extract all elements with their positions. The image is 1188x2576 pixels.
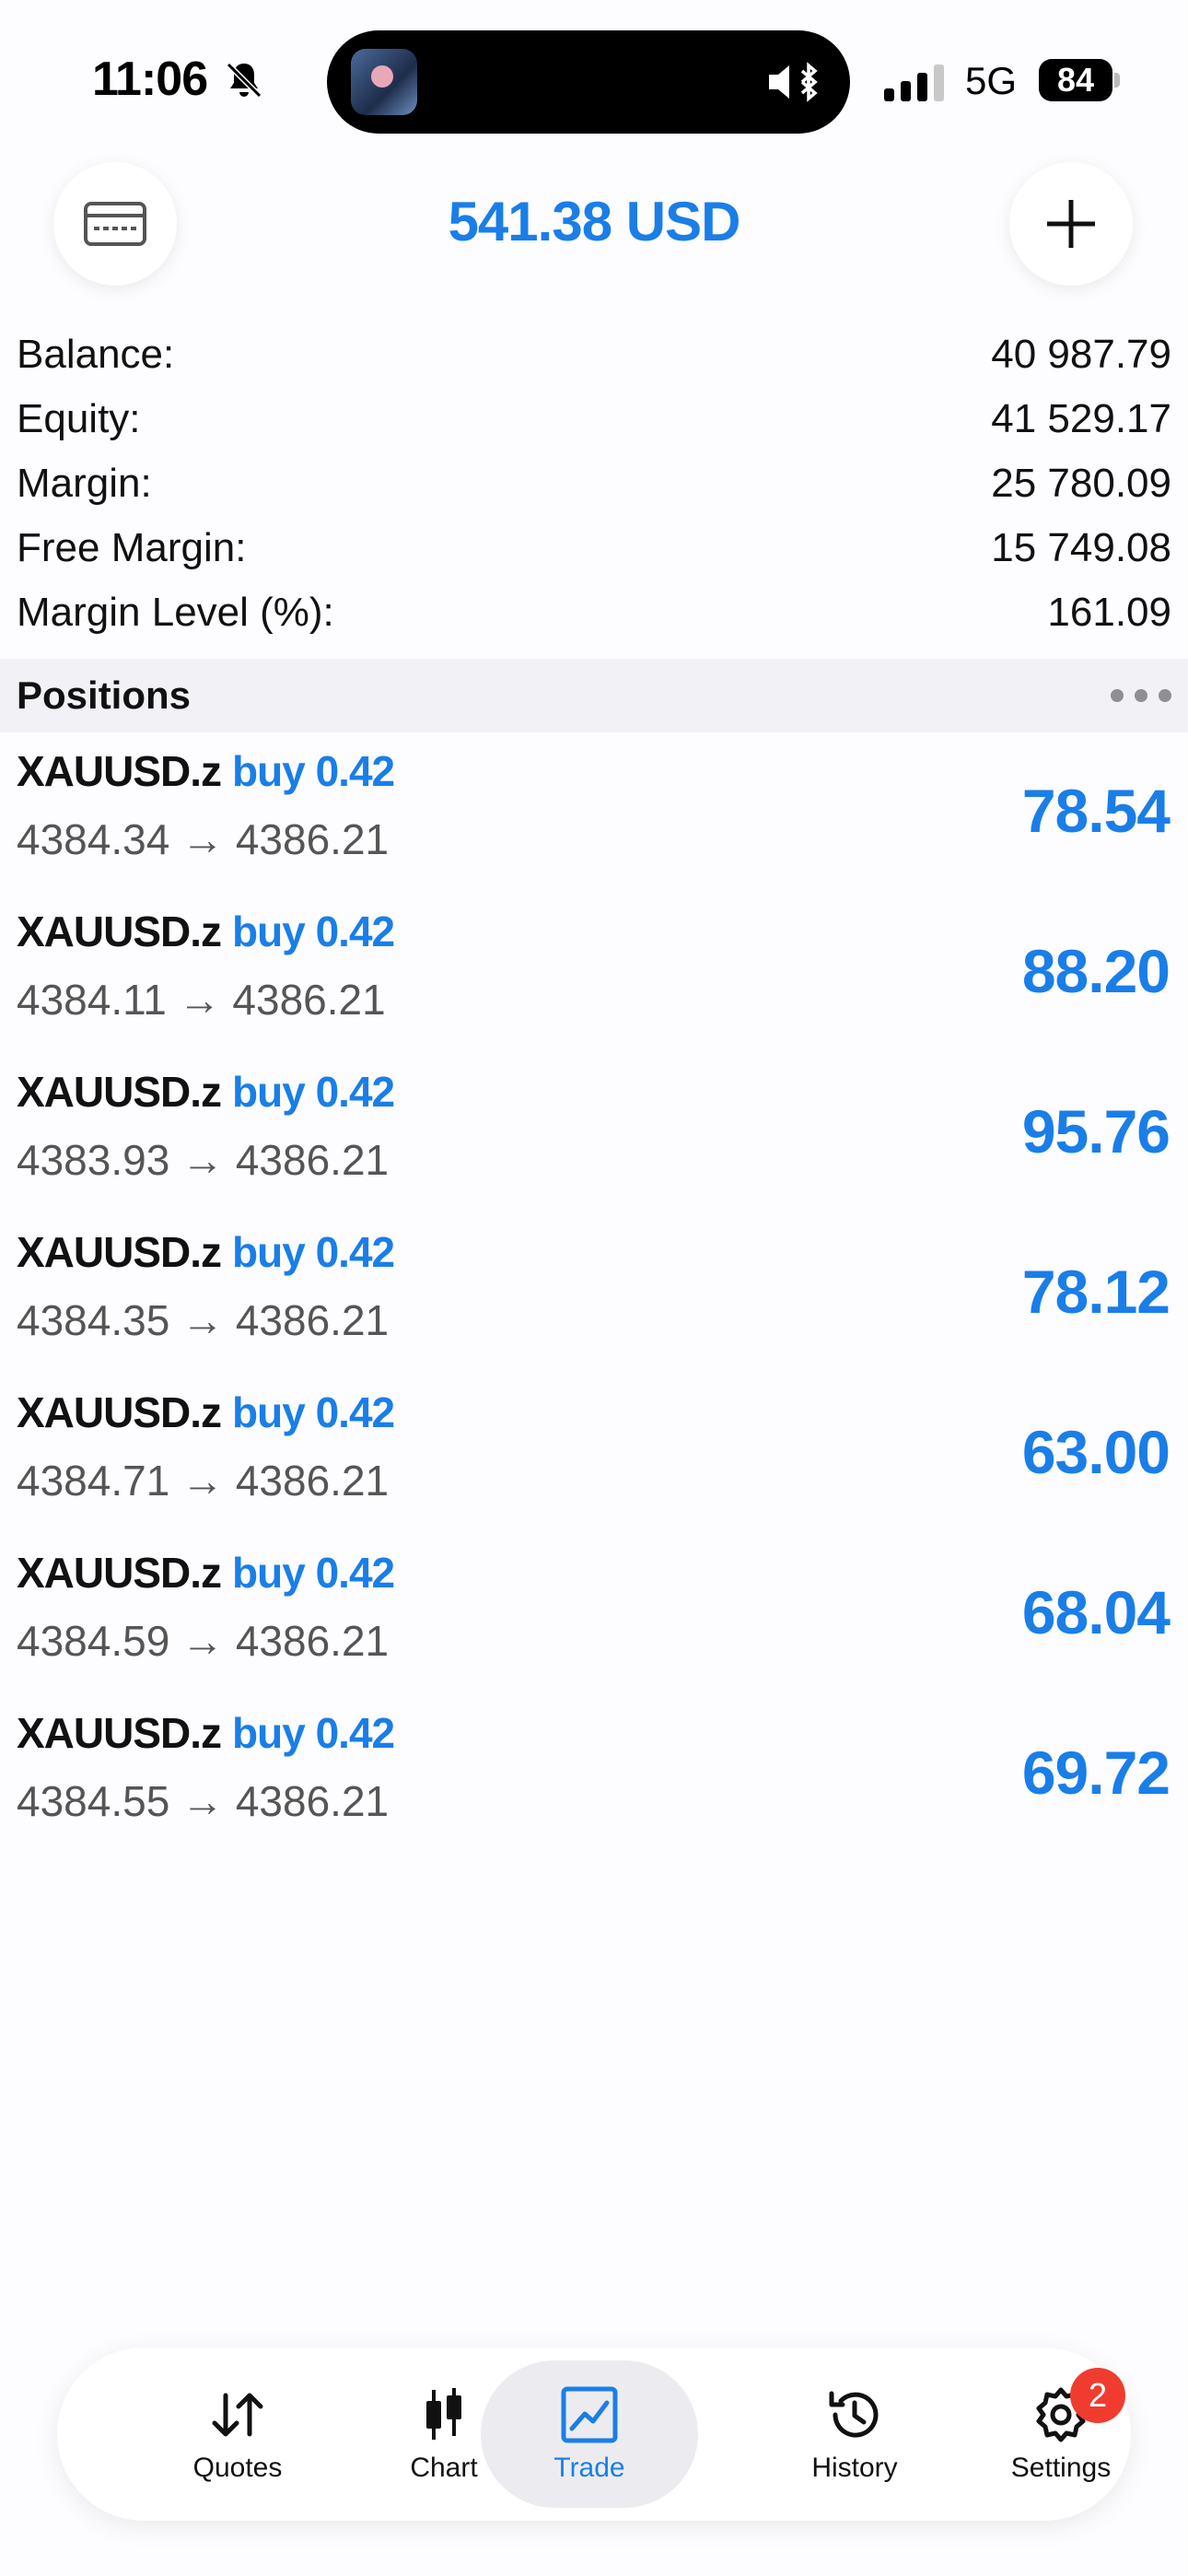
position-symbol: XAUUSD.z [17,1709,222,1757]
tab-label: Quotes [192,2453,283,2483]
notification-badge: 2 [1070,2368,1125,2423]
position-profit: 69.72 [1021,1739,1171,1807]
position-profit: 95.76 [1021,1097,1171,1165]
position-row[interactable]: XAUUSD.z buy 0.42 4384.71 → 4386.21 63.00 [0,1378,1188,1539]
chart-icon [426,2388,461,2440]
tab-label: Trade [553,2453,625,2483]
summary-value: 161.09 [1047,590,1171,635]
summary-row-margin-level: Margin Level (%): 161.09 [0,580,1188,645]
summary-row-equity: Equity: 41 529.17 [0,387,1188,451]
position-prices: 4384.59 → 4386.21 [17,1617,390,1665]
position-side: buy 0.42 [232,1228,395,1276]
plus-icon [1047,200,1095,248]
tab-quotes[interactable]: Quotes [129,2360,346,2508]
position-side: buy 0.42 [232,1068,395,1116]
summary-label: Balance: [17,332,175,377]
position-side: buy 0.42 [232,907,395,955]
tab-history[interactable]: History [746,2360,963,2508]
tab-label: Chart [410,2453,478,2483]
position-symbol: XAUUSD.z [17,1549,222,1597]
summary-row-free-margin: Free Margin: 15 749.08 [0,516,1188,580]
position-row[interactable]: XAUUSD.z buy 0.42 4384.34 → 4386.21 78.54 [0,737,1188,897]
new-order-button[interactable] [1009,162,1133,286]
summary-label: Equity: [17,396,141,441]
position-profit: 63.00 [1021,1418,1171,1486]
dynamic-island[interactable] [327,30,850,134]
summary-row-balance: Balance: 40 987.79 [0,322,1188,387]
position-symbol: XAUUSD.z [17,1228,222,1276]
position-row[interactable]: XAUUSD.z buy 0.42 4384.35 → 4386.21 78.12 [0,1218,1188,1378]
position-prices: 4384.35 → 4386.21 [17,1296,390,1344]
summary-label: Free Margin: [17,525,247,570]
position-profit: 68.04 [1021,1578,1171,1646]
position-side: buy 0.42 [232,1709,395,1757]
trade-icon [561,2386,618,2443]
cellular-signal-icon [884,64,944,101]
position-prices: 4383.93 → 4386.21 [17,1136,390,1184]
tab-trade[interactable]: Trade [481,2360,698,2508]
position-row[interactable]: XAUUSD.z buy 0.42 4384.55 → 4386.21 69.72 [0,1699,1188,1859]
position-symbol: XAUUSD.z [17,747,222,795]
tab-bar: Quotes Chart Trade History Settings 2 [57,2348,1131,2521]
network-type: 5G [965,59,1018,102]
position-row[interactable]: XAUUSD.z buy 0.42 4384.59 → 4386.21 68.04 [0,1539,1188,1699]
position-prices: 4384.34 → 4386.21 [17,815,390,863]
position-profit: 78.54 [1021,777,1171,845]
summary-label: Margin Level (%): [17,590,334,635]
summary-row-margin: Margin: 25 780.09 [0,451,1188,516]
position-profit: 78.12 [1021,1258,1171,1326]
position-side: buy 0.42 [232,747,395,795]
position-row[interactable]: XAUUSD.z buy 0.42 4383.93 → 4386.21 95.76 [0,1058,1188,1218]
positions-section-header: Positions [0,659,1188,732]
summary-value: 41 529.17 [991,396,1171,441]
now-playing-app-icon [351,49,417,115]
account-summary: Balance: 40 987.79 Equity: 41 529.17 Mar… [0,322,1188,645]
history-icon [829,2391,879,2438]
summary-value: 15 749.08 [991,525,1171,570]
position-prices: 4384.11 → 4386.21 [17,976,386,1024]
position-symbol: XAUUSD.z [17,1068,222,1116]
position-prices: 4384.55 → 4386.21 [17,1777,390,1825]
battery-level: 84 [1056,61,1095,99]
summary-value: 40 987.79 [991,332,1171,377]
summary-value: 25 780.09 [991,461,1171,506]
quotes-icon [212,2393,263,2437]
summary-label: Margin: [17,461,152,506]
tab-label: Settings [1010,2453,1112,2483]
speaker-bluetooth-icon [769,62,818,102]
positions-title: Positions [17,673,192,717]
tab-settings[interactable]: Settings 2 [952,2360,1170,2508]
position-symbol: XAUUSD.z [17,1388,222,1436]
battery-icon: 84 [1039,59,1120,101]
position-prices: 4384.71 → 4386.21 [17,1457,390,1505]
position-side: buy 0.42 [232,1388,395,1436]
position-profit: 88.20 [1021,937,1171,1005]
status-bar: 11:06 5G 84 [0,0,1188,157]
tab-label: History [811,2453,898,2483]
more-icon[interactable] [1111,686,1171,705]
positions-list: XAUUSD.z buy 0.42 4384.34 → 4386.21 78.54… [0,737,1188,1859]
position-side: buy 0.42 [232,1549,395,1597]
status-time: 11:06 [92,53,208,106]
position-row[interactable]: XAUUSD.z buy 0.42 4384.11 → 4386.21 88.20 [0,897,1188,1058]
position-symbol: XAUUSD.z [17,907,222,955]
bell-off-icon [226,62,262,99]
